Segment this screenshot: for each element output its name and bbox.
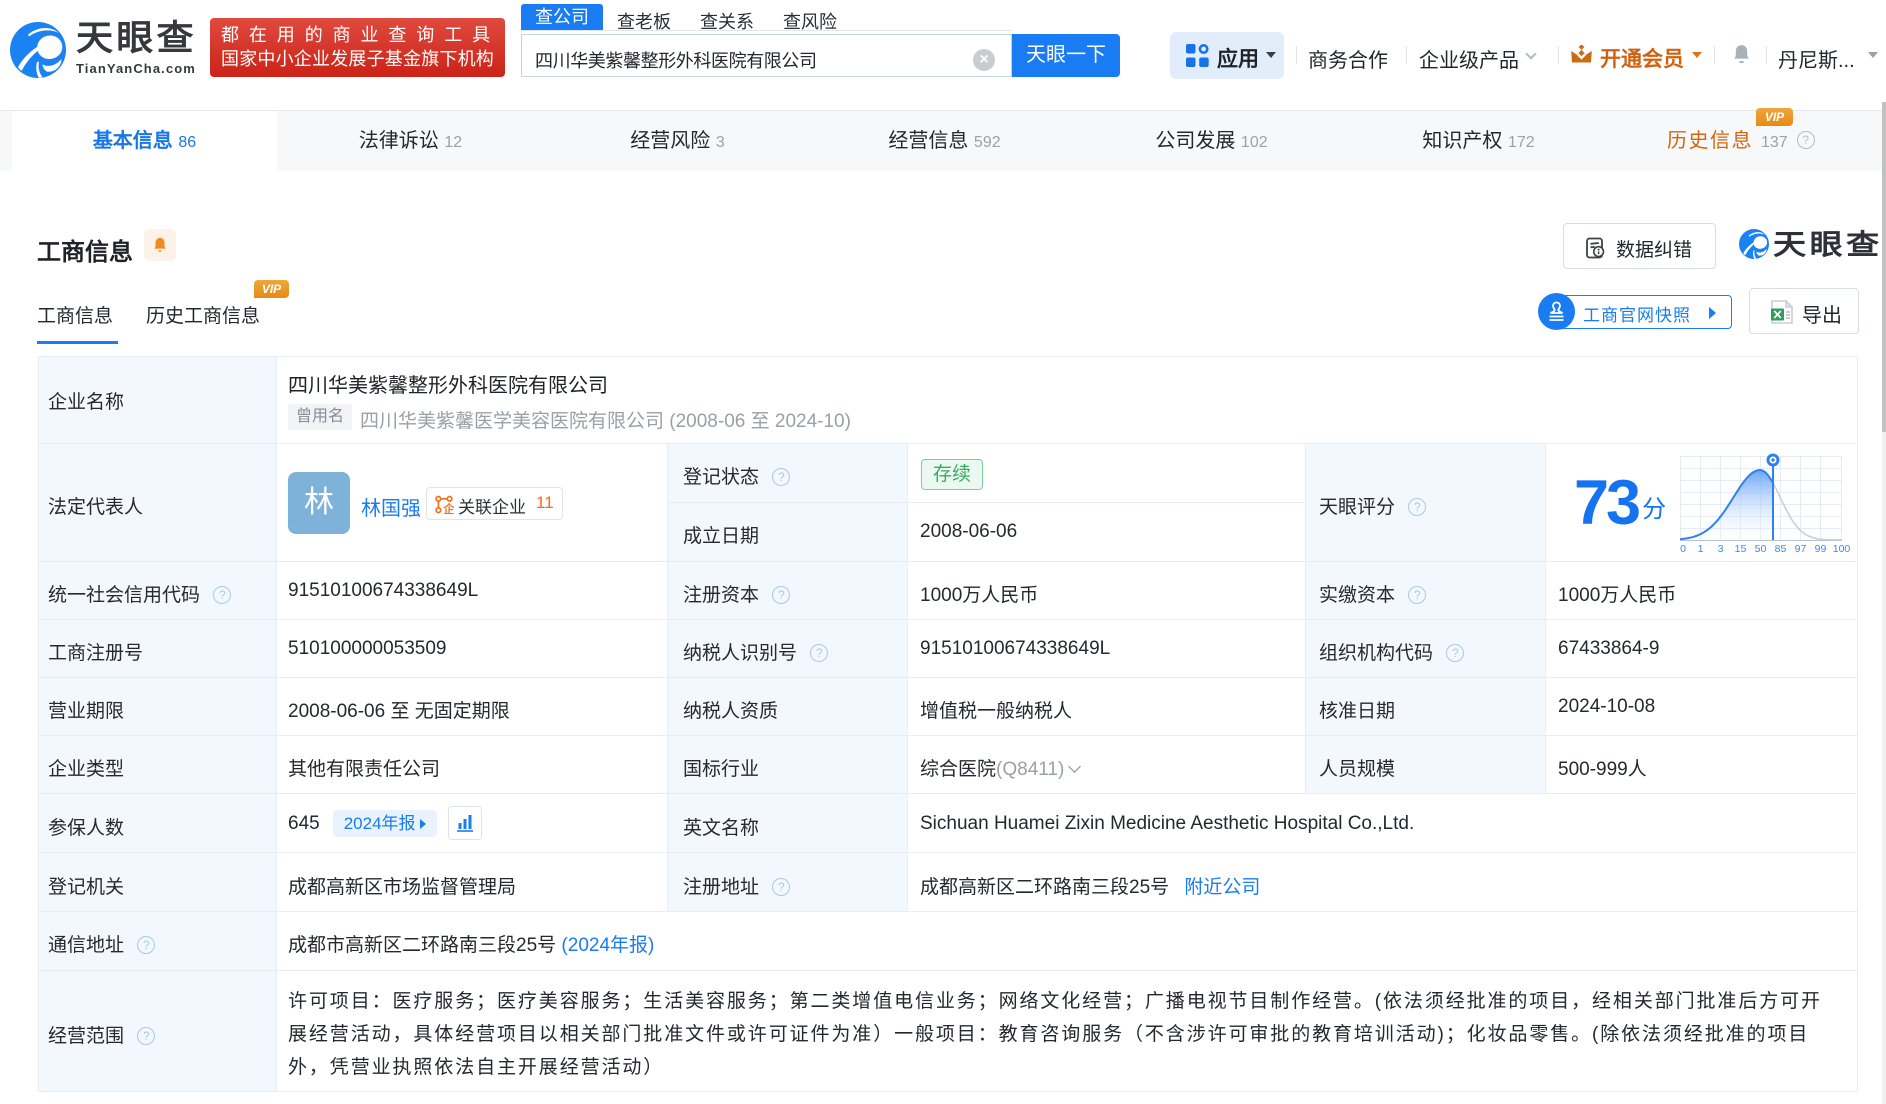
svg-text:15: 15 bbox=[1735, 543, 1747, 554]
svg-text:97: 97 bbox=[1795, 543, 1807, 554]
svg-text:3: 3 bbox=[1718, 543, 1724, 554]
svg-text:0: 0 bbox=[1680, 543, 1686, 554]
svg-text:99: 99 bbox=[1815, 543, 1827, 554]
svg-text:50: 50 bbox=[1755, 543, 1767, 554]
svg-text:85: 85 bbox=[1775, 543, 1787, 554]
svg-text:100: 100 bbox=[1833, 543, 1851, 554]
svg-text:企: 企 bbox=[442, 502, 454, 514]
svg-text:1: 1 bbox=[1698, 543, 1704, 554]
